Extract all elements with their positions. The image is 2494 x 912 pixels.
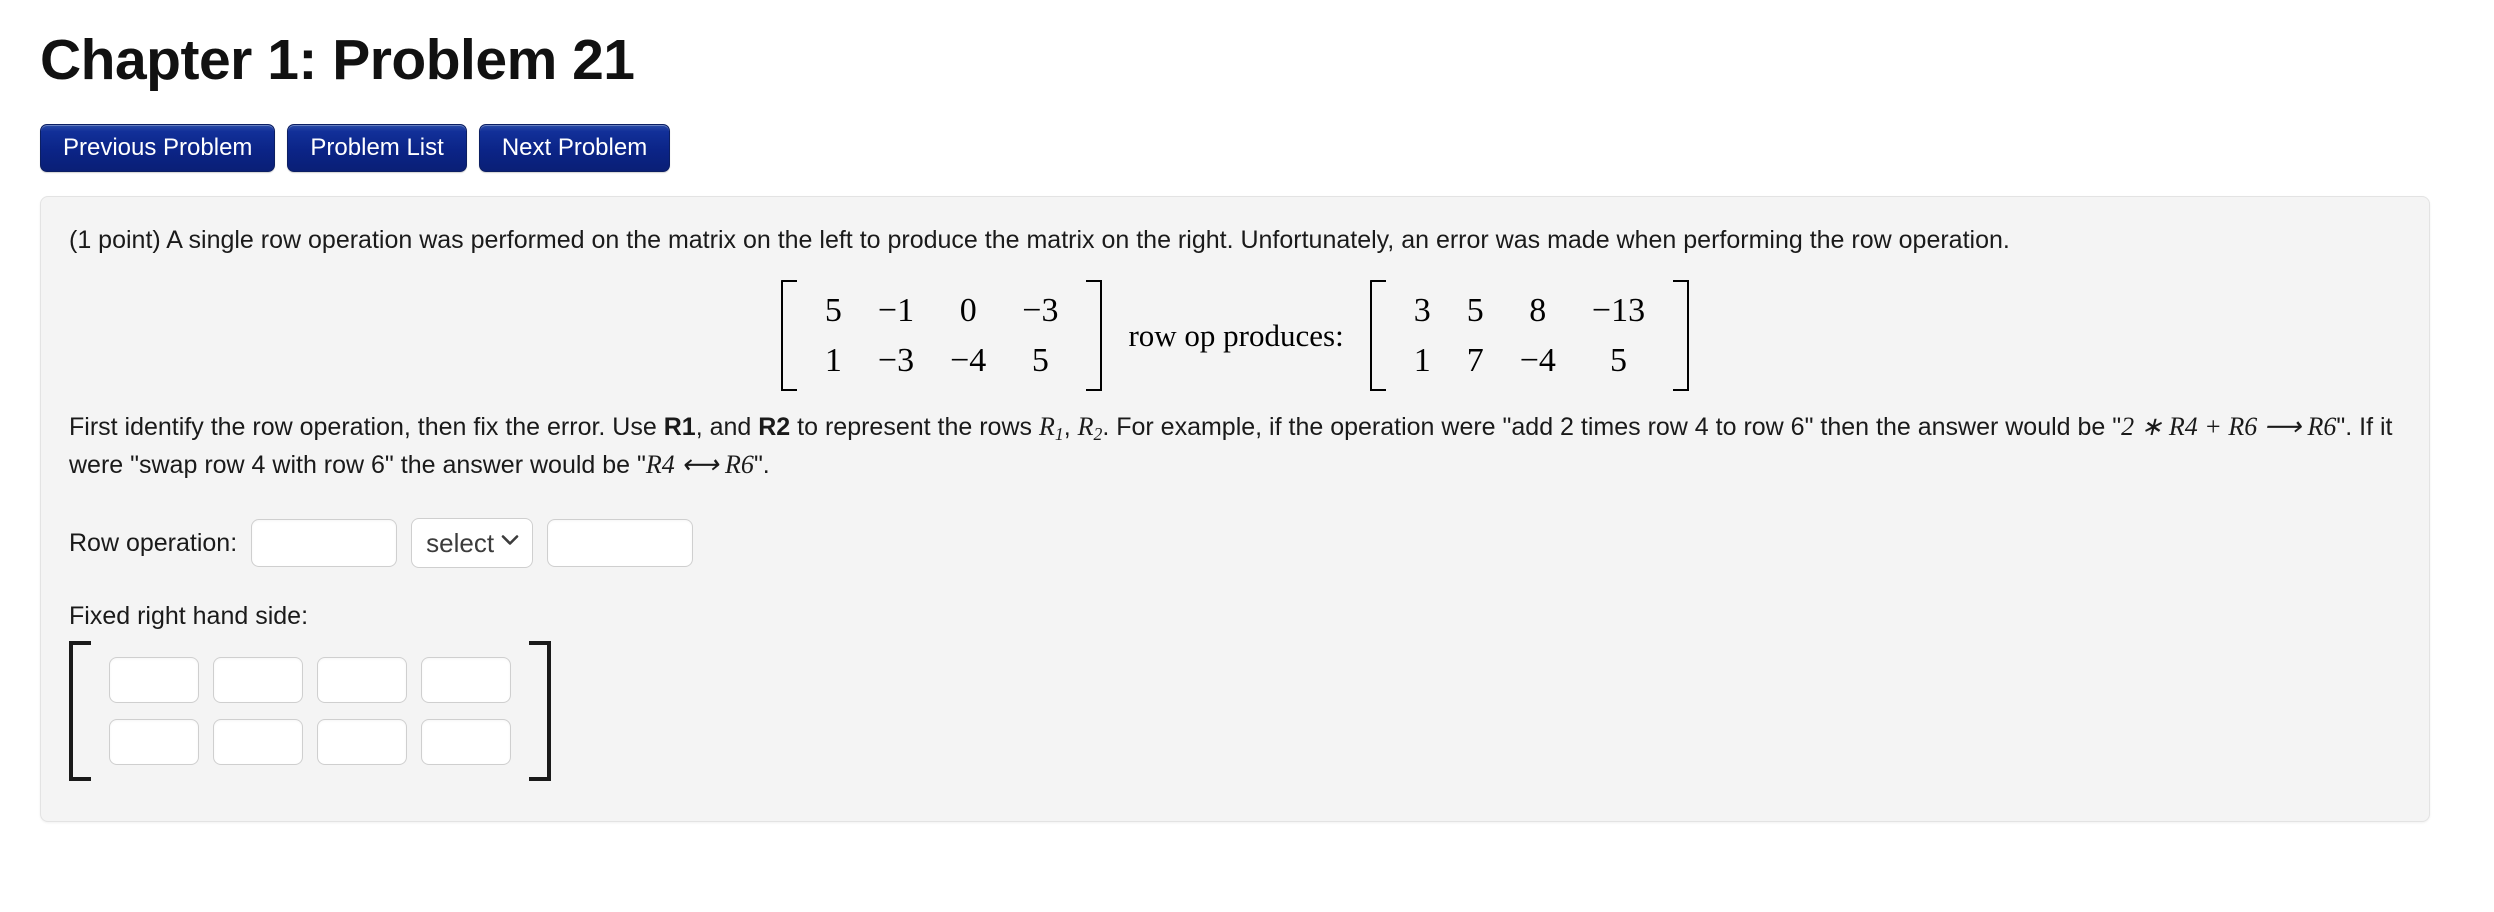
instructions-part1: First identify the row operation, then f… <box>69 413 664 442</box>
next-problem-button[interactable]: Next Problem <box>478 123 671 172</box>
right-matrix-close-bracket <box>1673 280 1690 392</box>
answer-cell-r2c3[interactable] <box>317 719 407 766</box>
problem-statement: (1 point) A single row operation was per… <box>69 225 2010 254</box>
example-operation-math: 2 ∗ R4 + R6 ⟶ R6 <box>2121 412 2337 442</box>
page-title: Chapter 1: Problem 21 <box>40 28 635 92</box>
instructions-part3: to represent the rows <box>790 413 1039 442</box>
instructions-comma: , <box>1063 413 1078 442</box>
row-operation-select-wrapper: select <box>411 518 534 569</box>
right-matrix-cell: −4 <box>1519 341 1556 379</box>
left-matrix-cell: −1 <box>877 292 915 330</box>
row2-math-symbol: R2 <box>1077 412 1103 445</box>
right-matrix: 3 5 8 −13 1 7 −4 5 <box>1369 280 1690 392</box>
row-operation-select[interactable]: select <box>411 518 534 569</box>
row-operation-label: Row operation: <box>69 528 238 557</box>
answer-cell-r2c4[interactable] <box>421 719 511 766</box>
answer-cell-r1c1[interactable] <box>109 657 199 704</box>
left-matrix-grid: 5 −1 0 −3 1 −3 −4 5 <box>797 280 1087 391</box>
problem-instructions: First identify the row operation, then f… <box>69 409 2401 484</box>
left-matrix-cell: 5 <box>1031 341 1049 379</box>
answer-matrix-close-bracket <box>529 641 551 782</box>
row-operation-form-row: Row operation: select <box>69 518 2401 569</box>
previous-problem-button[interactable]: Previous Problem <box>40 123 276 172</box>
page-root: Chapter 1: Problem 21 Previous Problem P… <box>0 0 2494 823</box>
left-matrix-cell: −3 <box>877 341 915 379</box>
problem-list-button[interactable]: Problem List <box>287 123 467 172</box>
instructions-part2: , and <box>695 413 759 442</box>
answer-matrix-grid <box>91 641 529 781</box>
left-matrix-cell: 1 <box>824 341 842 379</box>
row-operation-input-right[interactable] <box>547 519 694 568</box>
left-matrix-cell: 0 <box>959 292 977 330</box>
left-matrix-open-bracket <box>780 280 797 392</box>
row-operation-input-left[interactable] <box>251 519 398 568</box>
right-matrix-cell: 3 <box>1413 292 1431 330</box>
left-matrix-cell: 5 <box>824 292 842 330</box>
left-matrix-cell: −4 <box>950 341 987 379</box>
right-matrix-cell: 7 <box>1466 341 1484 379</box>
row-op-produces-label: row op produces: <box>1128 317 1344 353</box>
right-matrix-open-bracket <box>1369 280 1386 392</box>
left-matrix-cell: −3 <box>1022 292 1059 330</box>
fixed-right-hand-side-label: Fixed right hand side: <box>69 602 309 631</box>
answer-cell-r2c1[interactable] <box>109 719 199 766</box>
right-matrix-grid: 3 5 8 −13 1 7 −4 5 <box>1386 280 1673 391</box>
answer-cell-r2c2[interactable] <box>213 719 303 766</box>
answer-matrix-open-bracket <box>69 641 91 782</box>
right-matrix-cell: −13 <box>1591 292 1646 330</box>
answer-matrix <box>69 641 551 782</box>
left-matrix-close-bracket <box>1086 280 1103 392</box>
right-matrix-cell: 5 <box>1609 341 1627 379</box>
matrix-equation: 5 −1 0 −3 1 −3 −4 5 row op produces: 3 5… <box>69 280 2401 392</box>
right-matrix-cell: 1 <box>1413 341 1431 379</box>
right-matrix-cell: 5 <box>1466 292 1484 330</box>
row1-math-symbol: R1 <box>1038 412 1064 445</box>
problem-panel: (1 point) A single row operation was per… <box>40 195 2430 823</box>
right-matrix-cell: 8 <box>1529 292 1547 330</box>
instructions-part6: ". <box>753 451 770 480</box>
problem-navigation-bar: Previous Problem Problem List Next Probl… <box>40 123 2454 172</box>
instructions-part4: . For example, if the operation were "ad… <box>1102 413 2122 442</box>
answer-cell-r1c4[interactable] <box>421 657 511 704</box>
example-swap-math: R4 ⟷ R6 <box>645 450 754 480</box>
r2-bold-label: R2 <box>758 413 791 442</box>
answer-cell-r1c2[interactable] <box>213 657 303 704</box>
left-matrix: 5 −1 0 −3 1 −3 −4 5 <box>780 280 1103 392</box>
answer-cell-r1c3[interactable] <box>317 657 407 704</box>
r1-bold-label: R1 <box>663 413 696 442</box>
